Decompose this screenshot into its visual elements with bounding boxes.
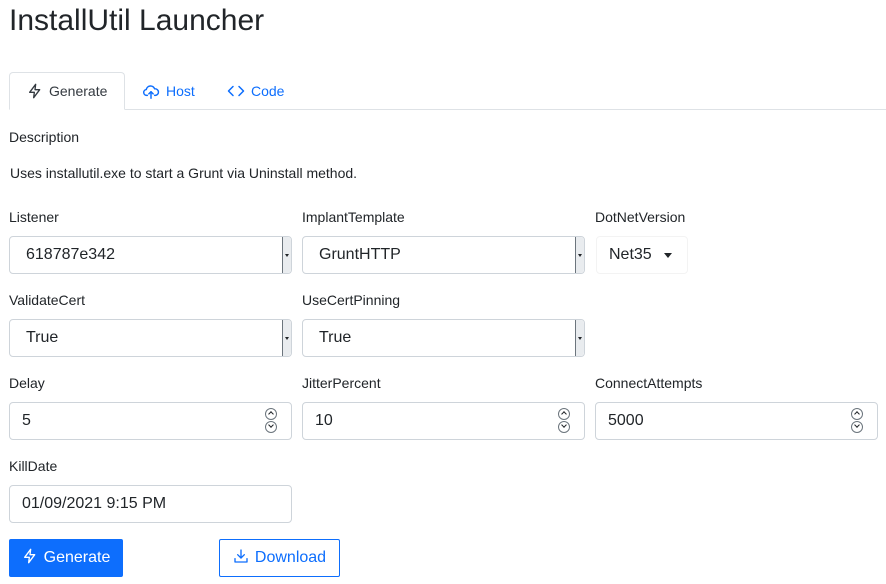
generate-button-label: Generate — [43, 549, 111, 566]
chevron-down-icon — [575, 320, 584, 356]
kill-date-input[interactable]: 01/09/2021 9:15 PM — [9, 485, 292, 523]
implant-template-label: ImplantTemplate — [302, 209, 405, 225]
use-cert-pinning-label: UseCertPinning — [302, 292, 401, 308]
tab-host-label: Host — [166, 83, 195, 99]
use-cert-pinning-value: True — [319, 329, 352, 346]
dotnet-version-dropdown[interactable]: Net35 — [596, 236, 688, 274]
tab-host[interactable]: Host — [142, 72, 195, 110]
dotnet-version-label: DotNetVersion — [595, 209, 686, 225]
generate-button[interactable]: Generate — [9, 539, 123, 577]
use-cert-pinning-select[interactable]: True — [302, 319, 585, 357]
jitter-percent-input[interactable]: 10 — [302, 402, 585, 440]
delay-stepper[interactable] — [265, 408, 279, 434]
connect-attempts-input[interactable]: 5000 — [595, 402, 878, 440]
download-button[interactable]: Download — [219, 539, 340, 577]
connect-attempts-value: 5000 — [608, 412, 644, 429]
lightning-icon — [22, 548, 38, 569]
kill-date-label: KillDate — [9, 458, 58, 474]
kill-date-value: 01/09/2021 9:15 PM — [22, 495, 167, 512]
connect-attempts-stepper[interactable] — [851, 408, 865, 434]
spin-up-icon[interactable] — [851, 408, 863, 420]
delay-input[interactable]: 5 — [9, 402, 292, 440]
spin-down-icon[interactable] — [851, 421, 863, 433]
validate-cert-value: True — [26, 329, 59, 346]
description-text: Uses installutil.exe to start a Grunt vi… — [10, 165, 358, 181]
listener-value: 618787e342 — [26, 246, 115, 263]
listener-select[interactable]: 618787e342 — [9, 236, 292, 274]
jitter-percent-label: JitterPercent — [302, 375, 381, 391]
connect-attempts-label: ConnectAttempts — [595, 375, 703, 391]
caret-down-icon — [663, 252, 672, 258]
listener-label: Listener — [9, 209, 59, 225]
implant-template-select[interactable]: GruntHTTP — [302, 236, 585, 274]
lightning-icon — [27, 83, 43, 99]
description-label: Description — [9, 129, 80, 145]
jitter-percent-stepper[interactable] — [558, 408, 572, 434]
tab-code[interactable]: Code — [227, 72, 284, 110]
tabs-divider — [9, 109, 886, 110]
page-title: InstallUtil Launcher — [9, 4, 265, 37]
cloud-upload-icon — [142, 83, 160, 99]
tab-generate[interactable]: Generate — [9, 72, 125, 110]
chevron-down-icon — [575, 237, 584, 273]
chevron-down-icon — [282, 237, 291, 273]
spin-down-icon[interactable] — [558, 421, 570, 433]
download-button-label: Download — [254, 549, 327, 566]
dotnet-version-value: Net35 — [609, 246, 652, 263]
spin-down-icon[interactable] — [265, 421, 277, 433]
implant-template-value: GruntHTTP — [319, 246, 401, 263]
jitter-percent-value: 10 — [315, 412, 333, 429]
validate-cert-select[interactable]: True — [9, 319, 292, 357]
spin-up-icon[interactable] — [558, 408, 570, 420]
chevron-down-icon — [282, 320, 291, 356]
delay-value: 5 — [22, 412, 31, 429]
tab-code-label: Code — [251, 83, 285, 99]
delay-label: Delay — [9, 375, 45, 391]
download-icon — [233, 548, 249, 569]
code-icon — [227, 84, 245, 98]
tab-generate-label: Generate — [49, 83, 108, 99]
spin-up-icon[interactable] — [265, 408, 277, 420]
validate-cert-label: ValidateCert — [9, 292, 86, 308]
